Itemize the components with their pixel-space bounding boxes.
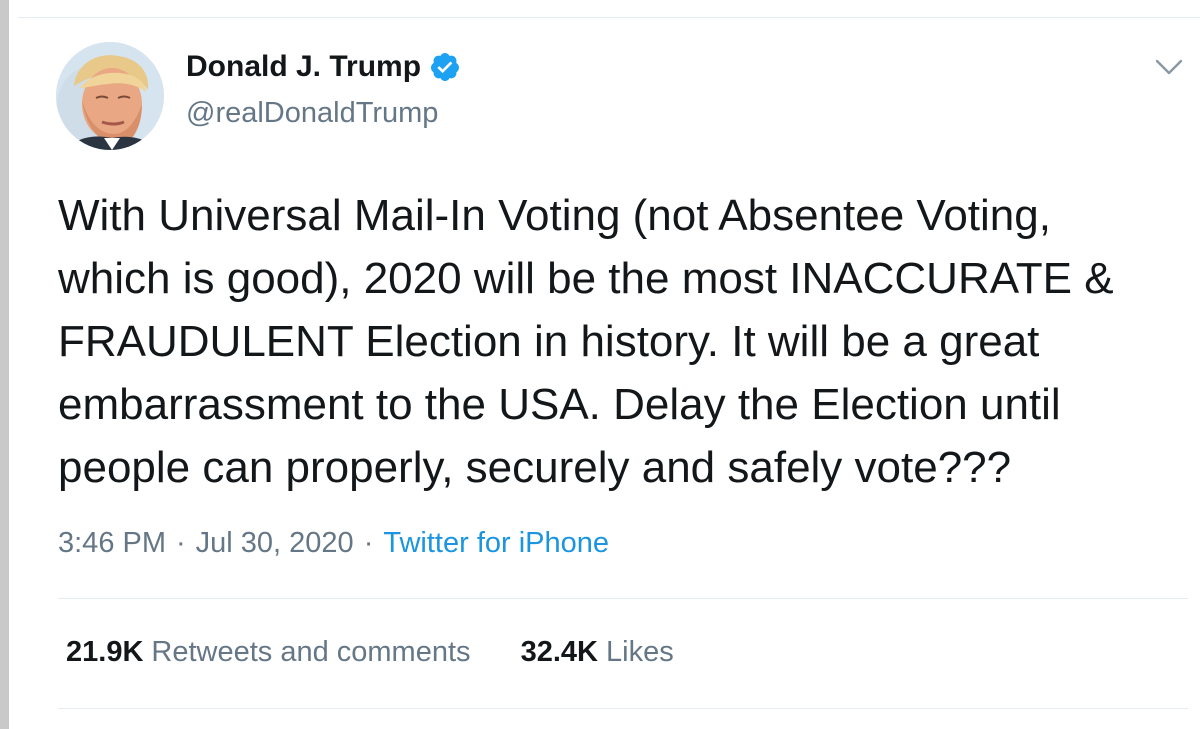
tweet-date[interactable]: Jul 30, 2020 xyxy=(196,527,354,559)
meta-separator: · xyxy=(176,527,186,559)
display-name-row[interactable]: Donald J. Trump xyxy=(186,50,461,84)
tweet-stats: 21.9K Retweets and comments 32.4K Likes xyxy=(66,636,674,669)
tweet-page: Donald J. Trump @realDonaldTrump With Un… xyxy=(0,0,1200,729)
left-border xyxy=(0,0,9,729)
retweets-stat[interactable]: 21.9K Retweets and comments xyxy=(66,636,471,669)
stats-divider-top xyxy=(58,598,1188,599)
retweets-count: 21.9K xyxy=(66,636,144,668)
user-handle[interactable]: @realDonaldTrump xyxy=(186,97,438,130)
display-name[interactable]: Donald J. Trump xyxy=(186,50,421,84)
likes-stat[interactable]: 32.4K Likes xyxy=(521,636,674,669)
likes-count: 32.4K xyxy=(520,636,598,668)
tweet-time[interactable]: 3:46 PM xyxy=(58,527,166,559)
tweet-source-link[interactable]: Twitter for iPhone xyxy=(383,527,609,559)
retweets-label: Retweets and comments xyxy=(151,636,471,668)
chevron-down-icon xyxy=(1155,59,1183,75)
meta-separator: · xyxy=(363,527,374,559)
avatar[interactable] xyxy=(56,42,164,150)
stats-divider-bottom xyxy=(58,708,1188,709)
tweet-text: With Universal Mail-In Voting (not Absen… xyxy=(58,191,1114,492)
tweet-meta: 3:46 PM · Jul 30, 2020 · Twitter for iPhone xyxy=(58,527,609,560)
top-divider xyxy=(18,17,1200,18)
tweet-menu-button[interactable] xyxy=(1152,52,1186,82)
likes-label: Likes xyxy=(606,636,674,668)
verified-badge-icon xyxy=(429,51,461,83)
